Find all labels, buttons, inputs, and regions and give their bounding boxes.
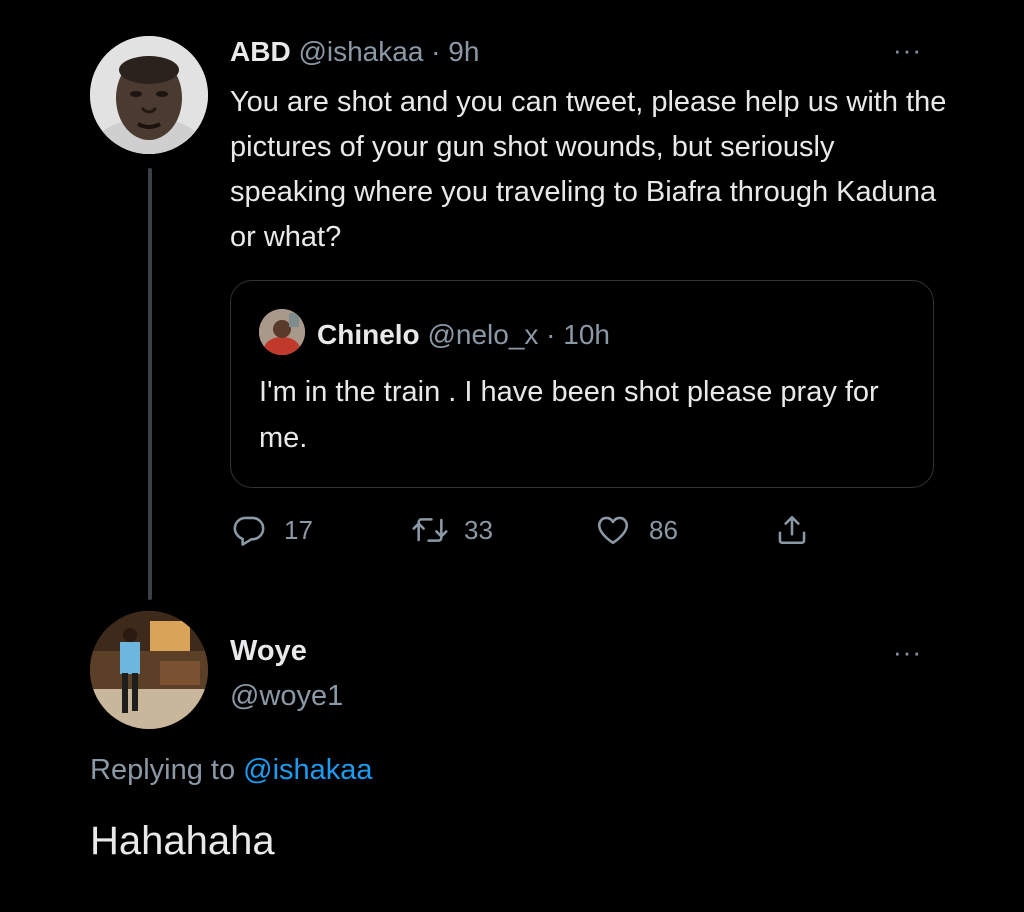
reply-text: Hahahaha — [90, 819, 275, 863]
reply-icon — [233, 516, 265, 546]
share-icon — [778, 515, 806, 545]
like-icon — [597, 516, 629, 545]
quoted-time[interactable]: 10h — [563, 319, 610, 350]
tweet-time[interactable]: 9h — [448, 36, 479, 67]
separator: · — [423, 36, 449, 67]
author-name[interactable]: ABD — [230, 36, 291, 67]
quoted-text: I'm in the train . I have been shot plea… — [259, 376, 879, 454]
avatar-abd-image — [90, 36, 208, 154]
reply-button[interactable]: 17 — [232, 510, 313, 550]
like-button[interactable]: 86 — [595, 510, 678, 550]
avatar-abd[interactable] — [90, 36, 208, 154]
reply-author-handle[interactable]: @woye1 — [230, 677, 343, 715]
reply-count: 17 — [284, 514, 313, 545]
share-button[interactable] — [775, 510, 809, 550]
author-handle[interactable]: @ishakaa — [298, 36, 423, 67]
avatar-chinelo[interactable] — [259, 309, 305, 355]
more-options-icon[interactable]: ··· — [893, 37, 922, 63]
retweet-button[interactable]: 33 — [410, 510, 493, 550]
tweet-header: ABD @ishakaa · 9h — [230, 34, 479, 70]
replying-prefix: Replying to — [90, 754, 244, 786]
quoted-handle[interactable]: @nelo_x — [427, 319, 538, 350]
tweet-text: You are shot and you can tweet, please h… — [230, 86, 947, 253]
more-options-icon[interactable]: ··· — [893, 639, 922, 665]
retweet-count: 33 — [464, 514, 493, 545]
like-count: 86 — [649, 514, 678, 545]
separator: · — [538, 319, 564, 350]
retweet-icon — [412, 518, 448, 542]
quoted-tweet[interactable]: Chinelo @nelo_x · 10h I'm in the train .… — [230, 280, 934, 488]
replying-to: Replying to @ishakaa — [90, 751, 373, 789]
thread-line — [148, 168, 152, 600]
avatar-woye-image — [90, 611, 208, 729]
replying-handle-link[interactable]: @ishakaa — [243, 754, 372, 786]
quoted-name[interactable]: Chinelo — [317, 319, 420, 350]
avatar-chinelo-image — [259, 309, 305, 355]
avatar-woye[interactable] — [90, 611, 208, 729]
reply-author-name[interactable]: Woye — [230, 632, 307, 670]
quoted-header: Chinelo @nelo_x · 10h — [317, 317, 610, 353]
